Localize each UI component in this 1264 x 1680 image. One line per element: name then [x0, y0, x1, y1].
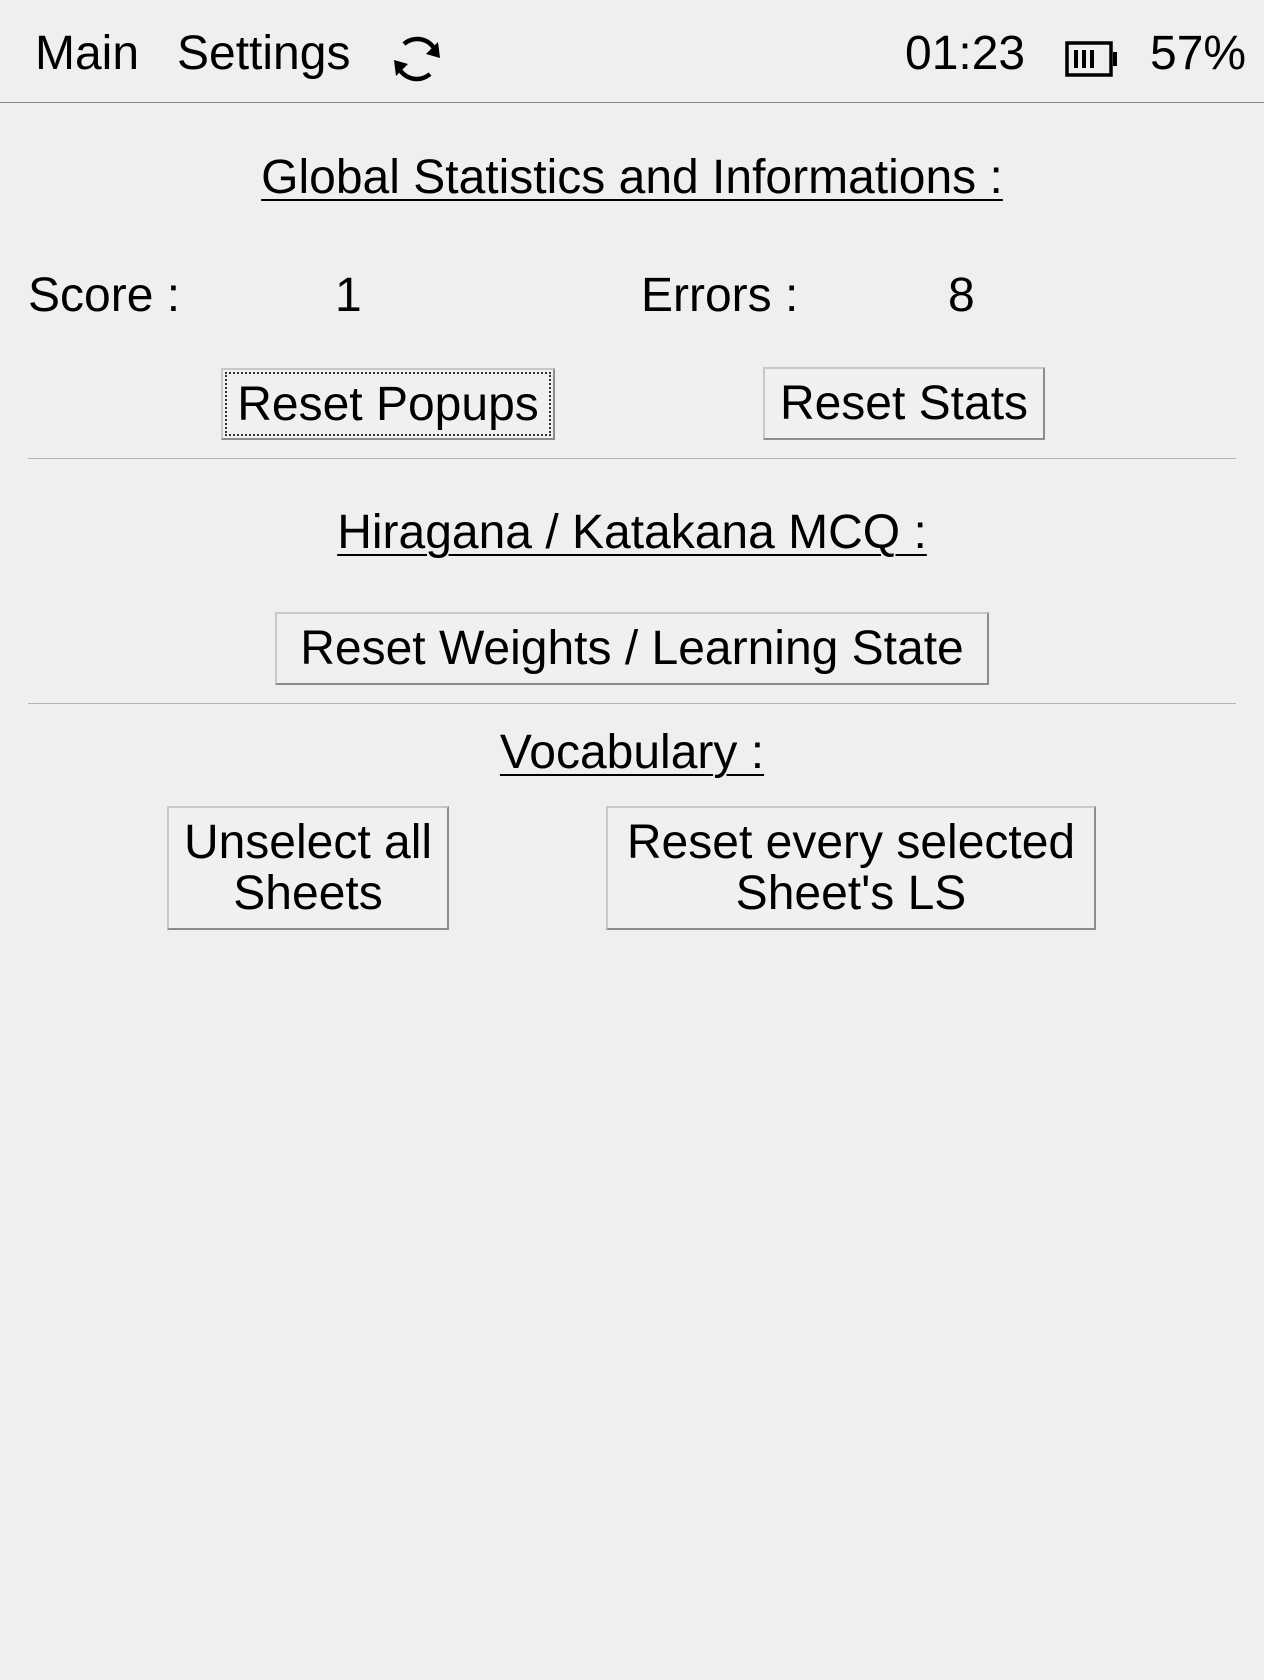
settings-page: Main Settings 01:23 57% Global Statistic… — [0, 0, 1264, 1680]
global-stats-heading: Global Statistics and Informations : — [0, 150, 1264, 206]
reset-stats-button[interactable]: Reset Stats — [763, 367, 1045, 440]
reset-sheets-line-2: Sheet's LS — [735, 867, 967, 920]
vocabulary-heading-text: Vocabulary : — [499, 726, 765, 779]
refresh-icon[interactable] — [390, 32, 444, 86]
score-value: 1 — [335, 269, 362, 322]
reset-weights-button[interactable]: Reset Weights / Learning State — [275, 612, 989, 685]
reset-sheets-line-1: Reset every selected — [626, 816, 1076, 869]
kana-mcq-heading-text: Hiragana / Katakana MCQ : — [337, 506, 927, 559]
global-stats-heading-text: Global Statistics and Informations : — [261, 151, 1003, 204]
errors-value: 8 — [948, 269, 975, 322]
section-divider — [28, 703, 1236, 704]
battery-icon — [1065, 41, 1117, 77]
section-divider — [28, 458, 1236, 459]
menu-main[interactable]: Main — [35, 26, 139, 82]
battery-percent: 57% — [1150, 27, 1247, 80]
vocabulary-heading: Vocabulary : — [0, 725, 1264, 781]
unselect-all-sheets-button[interactable]: Unselect all Sheets — [167, 806, 449, 930]
errors-label: Errors : — [641, 269, 799, 322]
unselect-line-1: Unselect all — [183, 816, 433, 869]
unselect-line-2: Sheets — [233, 867, 383, 920]
reset-popups-button[interactable]: Reset Popups — [221, 368, 555, 440]
kana-mcq-heading: Hiragana / Katakana MCQ : — [0, 505, 1264, 561]
clock: 01:23 — [905, 27, 1026, 80]
score-label: Score : — [28, 269, 181, 322]
reset-selected-sheets-button[interactable]: Reset every selected Sheet's LS — [606, 806, 1096, 930]
top-bar: Main Settings 01:23 57% — [0, 0, 1264, 103]
menu-settings[interactable]: Settings — [177, 26, 350, 82]
